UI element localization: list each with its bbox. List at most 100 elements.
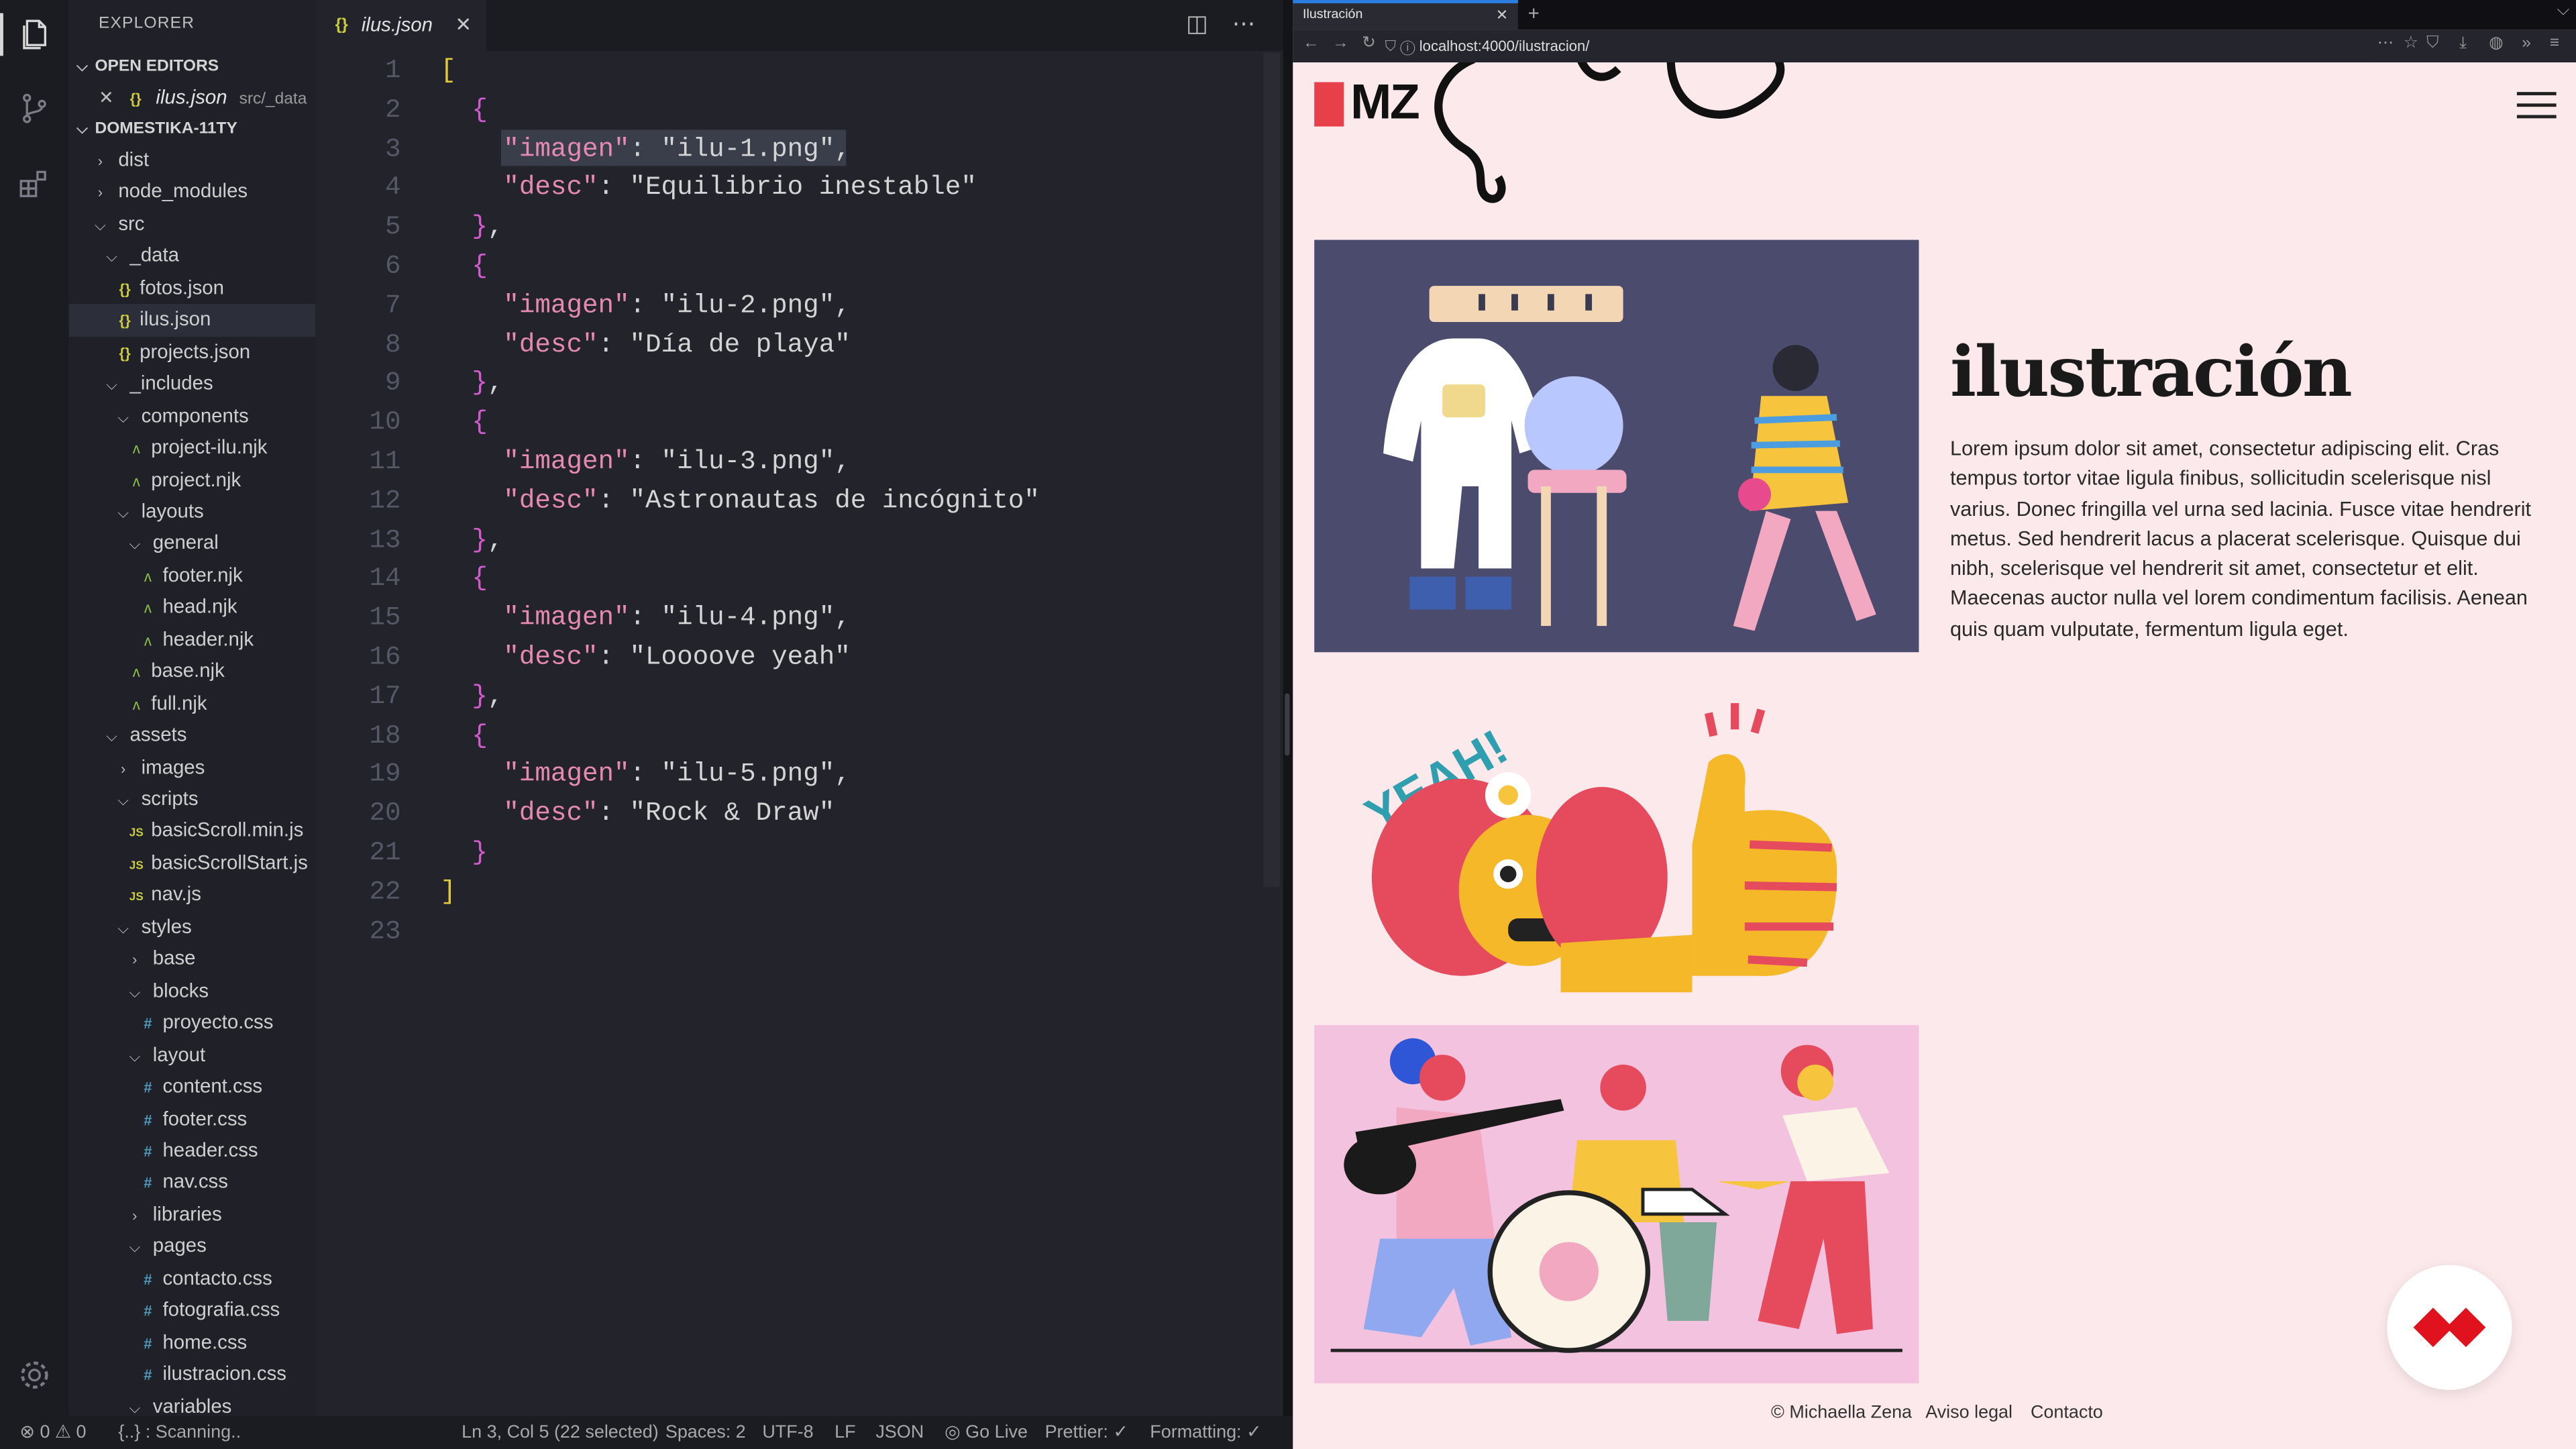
- tree-file[interactable]: # ilustracion.css: [69, 1359, 315, 1391]
- pocket-icon[interactable]: ⛉: [2426, 34, 2438, 52]
- tree-file[interactable]: # header.css: [69, 1135, 315, 1167]
- tree-file[interactable]: # home.css: [69, 1327, 315, 1359]
- contact-link[interactable]: Contacto: [2031, 1403, 2103, 1422]
- domestika-badge[interactable]: [2387, 1265, 2512, 1390]
- cursor-position[interactable]: Ln 3, Col 5 (22 selected): [462, 1416, 659, 1449]
- tree-folder[interactable]: ⌵ src: [69, 209, 315, 241]
- project-header[interactable]: ⌵ DOMESTIKA-11TY: [69, 113, 315, 145]
- tree-folder[interactable]: ⌵ variables: [69, 1391, 315, 1416]
- more-actions-icon[interactable]: ⋯: [1232, 10, 1255, 38]
- code-line: "desc": "Rock & Draw": [503, 798, 835, 828]
- download-icon[interactable]: ⤓: [2459, 34, 2467, 52]
- end-of-line[interactable]: LF: [835, 1416, 855, 1449]
- tree-folder[interactable]: ⌵ _includes: [69, 368, 315, 400]
- menu-icon[interactable]: ≡: [2550, 34, 2559, 52]
- tree-file[interactable]: ʌ project-ilu.njk: [69, 432, 315, 464]
- chevron-down-icon[interactable]: ⌵: [2557, 1, 2570, 19]
- tree-folder[interactable]: ⌵ _data: [69, 240, 315, 272]
- tree-file[interactable]: ʌ full.njk: [69, 688, 315, 720]
- extensions-icon[interactable]: [13, 162, 56, 205]
- url-field[interactable]: ⛉ ⓘ localhost:4000/ilustracion/: [1385, 32, 2371, 60]
- tree-file[interactable]: ʌ header.njk: [69, 624, 315, 656]
- tree-folder[interactable]: ⌵ styles: [69, 912, 315, 944]
- tree-folder[interactable]: ⌵ assets: [69, 720, 315, 752]
- editor-scrollbar[interactable]: [1263, 52, 1280, 888]
- tree-folder[interactable]: ⌵ layouts: [69, 496, 315, 528]
- editor-tab[interactable]: {} ilus.json ✕: [315, 0, 486, 51]
- tree-file[interactable]: # nav.css: [69, 1167, 315, 1199]
- tree-folder[interactable]: › images: [69, 752, 315, 784]
- forward-icon[interactable]: →: [1332, 34, 1348, 52]
- tree-file[interactable]: JS basicScroll.min.js: [69, 816, 315, 848]
- illustration-astronaut[interactable]: [1314, 239, 1919, 653]
- code-area[interactable]: 1 [2 {3 "imagen": "ilu-1.png", 4 "desc": "…: [315, 51, 1285, 1416]
- go-live-button[interactable]: ◎ Go Live: [945, 1416, 1028, 1449]
- tree-file[interactable]: # contacto.css: [69, 1263, 315, 1295]
- tree-file[interactable]: # content.css: [69, 1071, 315, 1104]
- code-line: "imagen": "ilu-3.png",: [503, 447, 851, 477]
- illustration-yeah[interactable]: YEAH!: [1314, 696, 1919, 1009]
- formatting-status[interactable]: Formatting: ✓: [1150, 1416, 1261, 1449]
- code-line: {: [472, 95, 488, 125]
- tree-file[interactable]: # fotografia.css: [69, 1295, 315, 1327]
- gear-icon[interactable]: [13, 1354, 56, 1397]
- tree-file[interactable]: {} projects.json: [69, 336, 315, 368]
- reload-icon[interactable]: ↻: [1362, 34, 1376, 52]
- javascript-file-icon: JS: [129, 892, 144, 904]
- tree-file[interactable]: # footer.css: [69, 1104, 315, 1136]
- files-icon[interactable]: [0, 13, 69, 56]
- language-mode[interactable]: JSON: [875, 1416, 924, 1449]
- tree-file[interactable]: JS nav.js: [69, 879, 315, 912]
- tree-folder[interactable]: ⌵ components: [69, 400, 315, 433]
- problems-indicator[interactable]: ⊗ 0 ⚠ 0: [19, 1416, 86, 1449]
- bookmark-star-icon[interactable]: ☆: [2404, 34, 2418, 52]
- back-icon[interactable]: ←: [1303, 34, 1319, 52]
- tree-folder[interactable]: › dist: [69, 145, 315, 177]
- tree-folder[interactable]: ⌵ pages: [69, 1231, 315, 1263]
- browser-window: Ilustración ✕ + ⌵ ← → ↻ ⛉ ⓘ localhost:40…: [1293, 0, 2576, 1449]
- tree-item-label: variables: [152, 1394, 232, 1417]
- tree-folder[interactable]: ⌵ general: [69, 528, 315, 560]
- source-control-icon[interactable]: [13, 87, 56, 130]
- page-actions-icon[interactable]: ⋯: [2377, 34, 2394, 52]
- encoding[interactable]: UTF-8: [762, 1416, 813, 1449]
- tree-file[interactable]: JS basicScrollStart.js: [69, 847, 315, 879]
- new-tab-icon[interactable]: +: [1528, 1, 1540, 24]
- tree-file[interactable]: ʌ footer.njk: [69, 560, 315, 592]
- tree-file[interactable]: {} ilus.json: [68, 304, 316, 337]
- line-number: 4: [385, 173, 401, 203]
- tree-folder[interactable]: ⌵ blocks: [69, 975, 315, 1008]
- close-icon[interactable]: ✕: [99, 89, 114, 108]
- legal-link[interactable]: Aviso legal: [1925, 1403, 2012, 1422]
- tree-file[interactable]: ʌ base.njk: [69, 656, 315, 688]
- line-number: 20: [369, 798, 401, 828]
- illustration-band[interactable]: [1314, 1025, 1919, 1384]
- overflow-icon[interactable]: »: [2522, 34, 2531, 52]
- site-logo[interactable]: MZ: [1350, 76, 1420, 131]
- tree-file[interactable]: ʌ head.njk: [69, 592, 315, 624]
- tree-folder[interactable]: ⌵ layout: [69, 1039, 315, 1071]
- close-icon[interactable]: ✕: [1496, 3, 1508, 26]
- tree-folder[interactable]: › node_modules: [69, 176, 315, 209]
- tree-folder[interactable]: › base: [69, 943, 315, 975]
- prettier-status[interactable]: Prettier: ✓: [1045, 1416, 1128, 1449]
- tree-file[interactable]: ʌ project.njk: [69, 464, 315, 496]
- open-editors-header[interactable]: ⌵ OPEN EDITORS: [69, 51, 315, 83]
- close-icon[interactable]: ✕: [455, 0, 472, 51]
- tree-file[interactable]: {} fotos.json: [69, 272, 315, 305]
- indentation[interactable]: Spaces: 2: [665, 1416, 746, 1449]
- account-icon[interactable]: ◍: [2489, 34, 2503, 52]
- chevron-down-icon: ⌵: [106, 728, 117, 745]
- tree-item-label: header.css: [162, 1138, 258, 1162]
- line-number: 11: [369, 447, 401, 477]
- open-editor-item[interactable]: ✕ {} ilus.json src/_data: [69, 82, 315, 114]
- tree-folder[interactable]: ⌵ scripts: [69, 784, 315, 816]
- browser-tab[interactable]: Ilustración ✕: [1293, 0, 1518, 30]
- tree-file[interactable]: # proyecto.css: [69, 1008, 315, 1040]
- split-editor-icon[interactable]: ◫: [1186, 10, 1208, 38]
- hamburger-menu-icon[interactable]: [2516, 92, 2557, 121]
- css-file-icon: #: [144, 1015, 152, 1032]
- tree-item-label: _data: [129, 244, 180, 267]
- split-handle[interactable]: [1285, 693, 1290, 756]
- tree-folder[interactable]: › libraries: [69, 1199, 315, 1231]
